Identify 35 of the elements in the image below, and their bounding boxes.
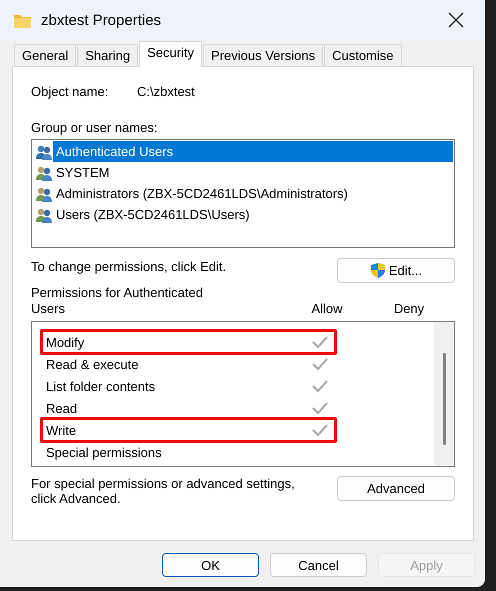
- users-icon: [35, 186, 53, 202]
- list-item[interactable]: Users (ZBX-5CD2461LDS\Users): [53, 204, 453, 225]
- list-item[interactable]: Administrators (ZBX-5CD2461LDS\Administrators): [53, 183, 453, 204]
- users-icon: [35, 164, 53, 180]
- permission-name: List folder contents: [45, 378, 156, 394]
- permission-name: Read: [45, 400, 78, 416]
- hint-text: To change permissions, click Edit.: [31, 258, 226, 276]
- dialog-button[interactable]: OK: [162, 553, 259, 577]
- object-name-value: C:\zbxtest: [137, 83, 195, 100]
- tab[interactable]: Security: [139, 41, 202, 67]
- advanced-button[interactable]: Advanced: [337, 476, 455, 501]
- tab[interactable]: Sharing: [77, 44, 138, 66]
- permission-name: Modify: [45, 334, 86, 350]
- section-label: Group or user names:: [31, 119, 158, 136]
- list-item[interactable]: SYSTEM: [53, 162, 453, 183]
- field-label: Object name:: [31, 83, 110, 100]
- edit-button[interactable]: Edit...: [337, 258, 455, 283]
- shield-icon: [370, 262, 386, 279]
- permission-name: Write: [45, 422, 78, 438]
- list-item[interactable]: Authenticated Users: [53, 141, 453, 162]
- column-header: Deny: [392, 301, 426, 317]
- dialog-button[interactable]: Cancel: [270, 553, 367, 577]
- close-icon: [448, 12, 464, 28]
- section-label: Permissions for Authenticated Users: [31, 285, 204, 317]
- scrollbar[interactable]: [434, 322, 454, 466]
- window-title: zbxtest Properties: [41, 12, 162, 28]
- tab[interactable]: Previous Versions: [203, 44, 324, 66]
- tab[interactable]: Customise: [324, 44, 402, 66]
- permission-name: Special permissions: [45, 444, 163, 460]
- hint-text: For special permissions or advanced settings, click Advanced.: [31, 476, 296, 506]
- users-icon: [35, 206, 53, 222]
- users-icon: [35, 144, 53, 160]
- column-header: Allow: [310, 301, 344, 317]
- permission-name: Read & execute: [45, 356, 140, 372]
- tab[interactable]: General: [14, 44, 76, 66]
